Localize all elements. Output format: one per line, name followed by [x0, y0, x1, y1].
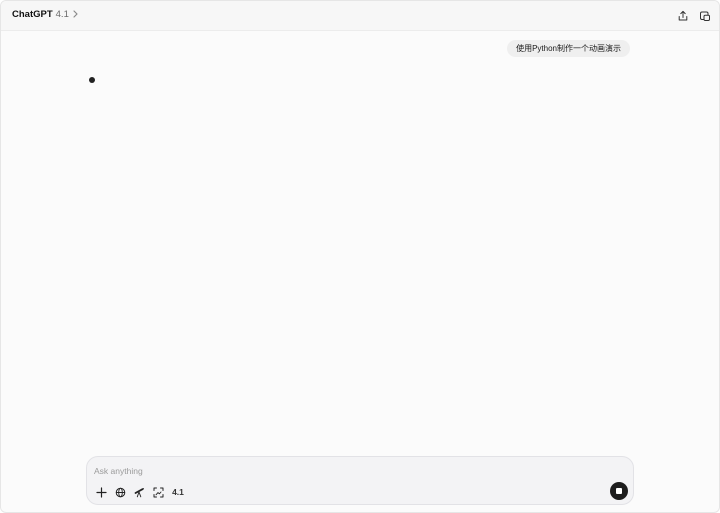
- telescope-icon[interactable]: [132, 485, 146, 499]
- prompt-input[interactable]: [94, 464, 594, 478]
- chat-window: ChatGPT 4.1 使用Python制作一个动画演示 Ask anythin…: [0, 0, 720, 513]
- share-icon[interactable]: [676, 9, 690, 23]
- stop-button[interactable]: [610, 482, 628, 500]
- open-window-icon[interactable]: [698, 9, 712, 23]
- user-message-bubble: 使用Python制作一个动画演示: [507, 40, 630, 57]
- chevron-right-icon: [72, 9, 79, 20]
- model-selector-label: 4.1: [172, 487, 184, 497]
- stop-icon: [616, 488, 622, 494]
- model-switcher[interactable]: ChatGPT 4.1: [12, 9, 79, 20]
- assistant-typing-indicator: [89, 77, 95, 83]
- composer: 4.1: [86, 456, 634, 505]
- image-scan-icon[interactable]: [151, 485, 165, 499]
- model-selector-button[interactable]: 4.1: [171, 485, 185, 499]
- plus-icon[interactable]: [94, 485, 108, 499]
- model-version: 4.1: [55, 9, 69, 20]
- model-name: ChatGPT: [12, 9, 53, 20]
- globe-icon[interactable]: [113, 485, 127, 499]
- top-bar: ChatGPT 4.1: [1, 1, 719, 31]
